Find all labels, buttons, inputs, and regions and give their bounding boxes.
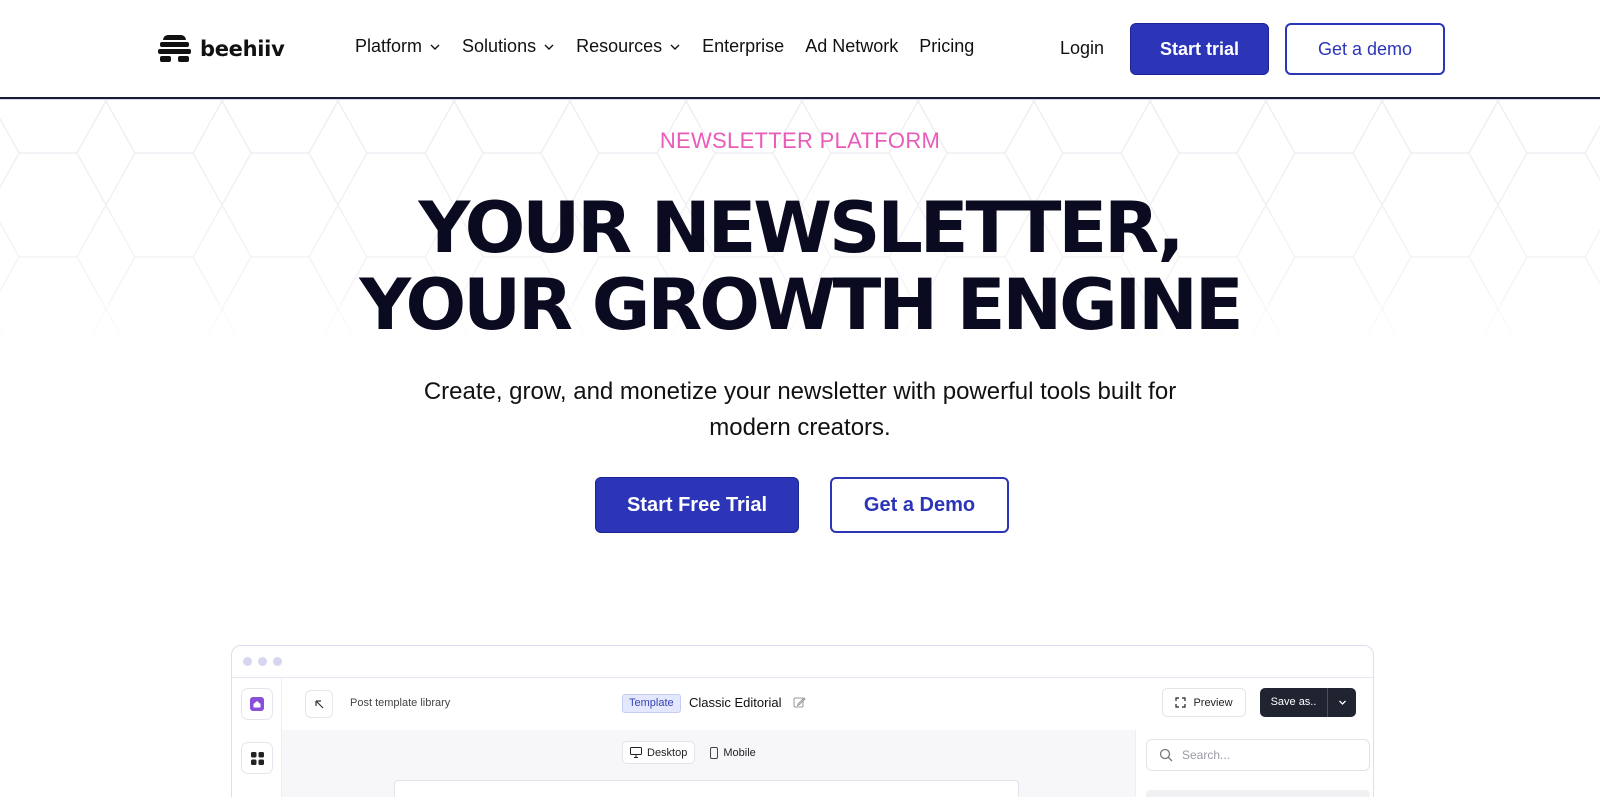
nav-item-label: Ad Network	[805, 36, 899, 56]
template-title: Classic Editorial	[689, 695, 782, 710]
mobile-label: Mobile	[723, 746, 756, 759]
desktop-label: Desktop	[647, 746, 688, 759]
top-navigation: beehiiv Platform Solutions Resources Ent…	[0, 0, 1600, 99]
nav-item-solutions[interactable]: Solutions	[462, 36, 555, 57]
search-field[interactable]: Search...	[1146, 739, 1370, 771]
brand-logo[interactable]: beehiiv	[158, 32, 285, 65]
main-menu: Platform Solutions Resources Enterprise …	[355, 36, 995, 57]
mobile-view-tab[interactable]: Mobile	[703, 741, 762, 764]
save-as-button[interactable]: Save as..	[1260, 688, 1356, 717]
preview-label: Preview	[1193, 696, 1233, 709]
login-link[interactable]: Login	[1060, 38, 1104, 59]
edit-pencil-icon[interactable]	[793, 696, 806, 709]
window-dot	[243, 657, 252, 666]
chevron-down-icon	[544, 44, 554, 50]
nav-item-label: Pricing	[919, 36, 975, 56]
beehive-logo-icon	[158, 35, 191, 62]
chevron-down-icon	[1338, 700, 1346, 705]
hero-headline-line1: YOUR NEWSLETTER,	[418, 187, 1185, 269]
sidebar-home-button[interactable]	[241, 688, 273, 720]
nav-item-ad-network[interactable]: Ad Network	[805, 36, 898, 57]
sidebar-apps-button[interactable]	[241, 742, 273, 774]
home-icon	[250, 697, 264, 711]
window-dot	[273, 657, 282, 666]
start-free-trial-button[interactable]: Start Free Trial	[595, 477, 799, 533]
arrow-up-left-icon	[314, 699, 323, 708]
nav-item-pricing[interactable]: Pricing	[919, 36, 974, 57]
back-button[interactable]	[305, 690, 333, 718]
template-badge: Template	[622, 694, 681, 713]
chevron-down-icon	[430, 44, 440, 50]
app-preview-window: Post template library Template Classic E…	[231, 645, 1374, 797]
get-a-demo-button[interactable]: Get a Demo	[830, 477, 1009, 533]
hero-subheadline: Create, grow, and monetize your newslett…	[423, 378, 1177, 441]
nav-item-label: Solutions	[462, 36, 537, 56]
nav-item-label: Enterprise	[702, 36, 785, 56]
editor-canvas: Desktop Mobile	[282, 730, 1135, 797]
app-sidebar	[232, 678, 282, 797]
search-placeholder: Search...	[1182, 748, 1231, 762]
nav-item-resources[interactable]: Resources	[576, 36, 681, 57]
save-options-dropdown[interactable]	[1328, 698, 1356, 707]
start-trial-button[interactable]: Start trial	[1130, 23, 1269, 75]
editor-toolbar: Post template library Template Classic E…	[282, 678, 1373, 730]
search-icon	[1159, 748, 1173, 762]
window-titlebar	[232, 646, 1373, 678]
nav-item-label: Platform	[355, 36, 423, 56]
desktop-view-tab[interactable]: Desktop	[622, 741, 696, 764]
nav-item-label: Resources	[576, 36, 663, 56]
nav-item-platform[interactable]: Platform	[355, 36, 441, 57]
panel-item-placeholder	[1146, 790, 1370, 797]
blocks-panel: Search...	[1135, 730, 1373, 797]
get-demo-button[interactable]: Get a demo	[1285, 23, 1445, 75]
window-dot	[258, 657, 267, 666]
phone-icon	[710, 746, 719, 759]
save-as-label: Save as..	[1260, 688, 1328, 717]
grid-icon	[250, 751, 264, 765]
hero-eyebrow: NEWSLETTER PLATFORM	[659, 128, 941, 153]
chevron-down-icon	[670, 44, 680, 50]
hero-headline-line2: YOUR GROWTH ENGINE	[359, 264, 1243, 346]
expand-icon	[1175, 697, 1187, 708]
hero-headline: YOUR NEWSLETTER, YOUR GROWTH ENGINE	[0, 190, 1600, 344]
device-toggle: Desktop Mobile	[622, 741, 763, 764]
email-canvas-paper	[394, 780, 1019, 797]
preview-button[interactable]: Preview	[1162, 688, 1246, 717]
monitor-icon	[630, 747, 642, 758]
nav-item-enterprise[interactable]: Enterprise	[702, 36, 784, 57]
brand-name: beehiiv	[200, 36, 285, 61]
breadcrumb[interactable]: Post template library	[350, 697, 450, 709]
